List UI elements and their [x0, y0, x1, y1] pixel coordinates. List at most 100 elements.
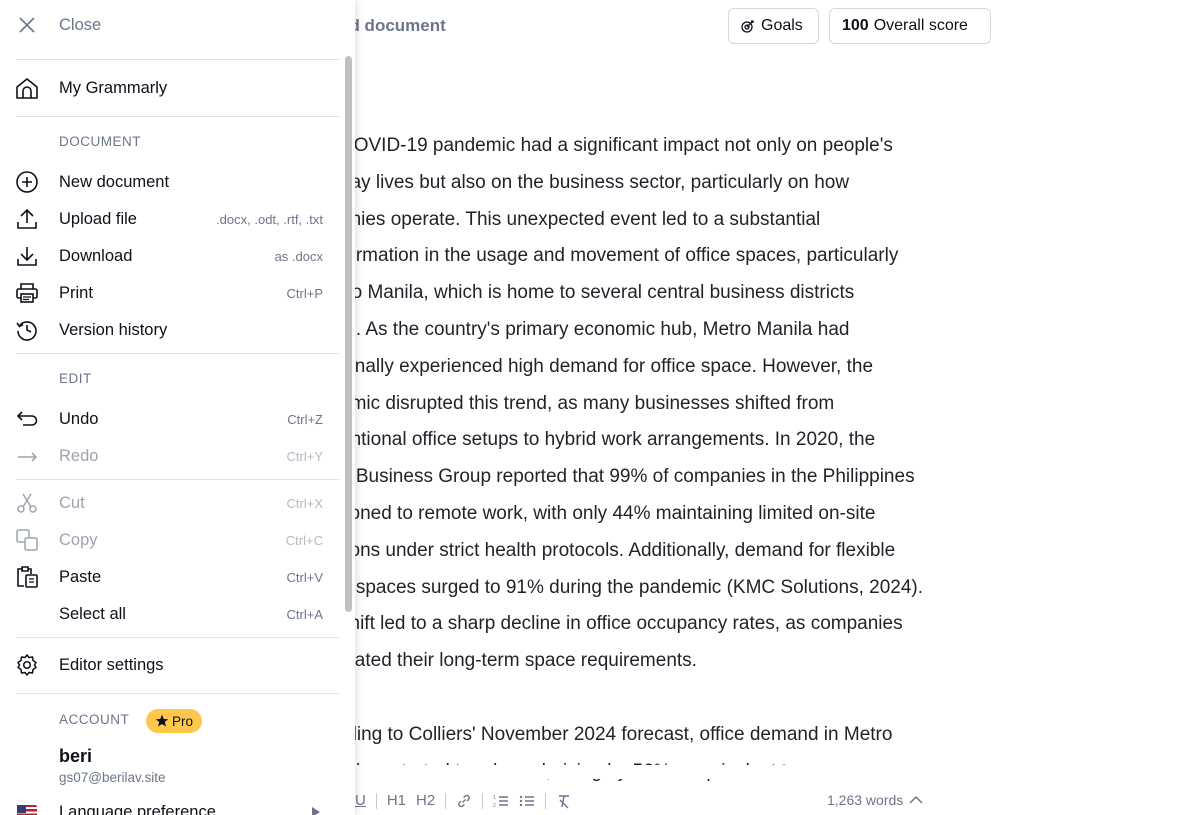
- menu-item-language-preference[interactable]: Language preference: [0, 800, 340, 815]
- menu-item-label: Cut: [59, 493, 85, 512]
- paragraph-1: COVID-19 pandemic had a significant impa…: [340, 128, 1000, 680]
- scissors-icon: [14, 490, 40, 516]
- toolbar-divider: [545, 792, 547, 809]
- menu-item-label: Select all: [59, 604, 126, 623]
- menu-item-version-history[interactable]: Version history: [0, 313, 340, 347]
- main-menu-panel: Close My Grammarly DOCUMENT New document…: [0, 0, 355, 815]
- document-text-line: entional office setups to hybrid work ar…: [340, 429, 876, 451]
- gear-icon: [14, 652, 40, 678]
- menu-item-cut[interactable]: Cut Ctrl+X: [0, 486, 340, 520]
- menu-item-label: Redo: [59, 446, 99, 465]
- redo-shortcut: Ctrl+Y: [286, 448, 323, 464]
- document-text-line: formation in the usage and movement of o…: [340, 245, 899, 267]
- close-label: Close: [59, 15, 102, 34]
- section-heading-document: DOCUMENT: [59, 134, 141, 149]
- document-text-line: emic disrupted this trend, as many busin…: [340, 392, 835, 414]
- menu-divider: [16, 637, 339, 638]
- heading2-button[interactable]: H2: [416, 792, 435, 809]
- printer-icon: [14, 280, 40, 306]
- svg-text:2: 2: [493, 803, 496, 809]
- word-count-label: 1,263 words: [827, 792, 904, 808]
- account-user-name: beri: [59, 746, 93, 766]
- toolbar-divider: [482, 792, 484, 809]
- close-icon: [14, 12, 40, 38]
- menu-item-label: Editor settings: [59, 655, 164, 674]
- history-icon: [14, 317, 40, 343]
- menu-item-upload-file[interactable]: Upload file .docx, .odt, .rtf, .txt: [0, 202, 340, 236]
- clear-formatting-icon[interactable]: [556, 793, 572, 809]
- print-shortcut: Ctrl+P: [286, 285, 323, 301]
- menu-item-label: Version history: [59, 320, 168, 339]
- document-text-line: rding to Colliers' November 2024 forecas…: [340, 723, 893, 745]
- menu-item-copy[interactable]: Copy Ctrl+C: [0, 523, 340, 557]
- pro-badge: Pro: [146, 709, 203, 733]
- paste-shortcut: Ctrl+V: [286, 569, 323, 585]
- menu-item-label: Undo: [59, 409, 99, 428]
- menu-divider: [16, 353, 339, 354]
- cut-shortcut: Ctrl+X: [286, 495, 323, 511]
- svg-text:1: 1: [493, 795, 496, 801]
- menu-item-editor-settings[interactable]: Editor settings: [0, 648, 340, 682]
- document-text-line: day lives but also on the business secto…: [340, 171, 850, 193]
- menu-item-label: Print: [59, 283, 93, 302]
- document-text-line: tro Manila, which is home to several cen…: [340, 282, 855, 304]
- menu-item-label: Copy: [59, 530, 98, 549]
- goals-label: Goals: [761, 17, 803, 34]
- underline-button[interactable]: U: [355, 792, 366, 809]
- menu-divider: [16, 116, 339, 117]
- menu-item-my-grammarly[interactable]: My Grammarly: [0, 71, 340, 105]
- paragraph-2: rding to Colliers' November 2024 forecas…: [340, 717, 1000, 791]
- document-text-line: e spaces surged to 91% during the pandem…: [340, 576, 923, 598]
- menu-divider: [16, 479, 339, 480]
- clipboard-icon: [14, 564, 40, 590]
- upload-formats-hint: .docx, .odt, .rtf, .txt: [216, 211, 323, 227]
- menu-item-download[interactable]: Download as .docx: [0, 239, 340, 273]
- us-flag-icon: [17, 805, 37, 815]
- copy-icon: [14, 527, 40, 553]
- word-count[interactable]: 1,263 words: [827, 792, 923, 808]
- numbered-list-icon[interactable]: 12: [493, 793, 509, 809]
- document-text-line: luated their long-term space requirement…: [340, 650, 697, 672]
- download-format-hint: as .docx: [274, 248, 323, 264]
- menu-item-label: Language preference: [59, 803, 216, 815]
- menu-item-label: My Grammarly: [59, 78, 168, 97]
- menu-item-undo[interactable]: Undo Ctrl+Z: [0, 402, 340, 436]
- menu-scrollbar[interactable]: [345, 56, 352, 612]
- close-menu-button[interactable]: Close: [0, 8, 340, 42]
- document-body[interactable]: COVID-19 pandemic had a significant impa…: [340, 128, 1000, 790]
- document-title[interactable]: ed document: [340, 16, 446, 36]
- menu-divider: [16, 693, 339, 694]
- menu-item-select-all[interactable]: Select all Ctrl+A: [0, 597, 340, 631]
- menu-item-label: Download: [59, 246, 133, 265]
- account-user-email: gs07@berilav.site: [59, 770, 166, 785]
- overall-score-button[interactable]: 100 Overall score: [829, 8, 991, 44]
- menu-item-redo[interactable]: Redo Ctrl+Y: [0, 439, 340, 473]
- section-heading-account: ACCOUNT: [59, 712, 130, 727]
- menu-item-paste[interactable]: Paste Ctrl+V: [0, 560, 340, 594]
- menu-divider: [16, 59, 339, 60]
- chevron-up-icon: [909, 795, 923, 805]
- menu-item-label: Upload file: [59, 209, 137, 228]
- pro-badge-label: Pro: [172, 713, 194, 729]
- copy-shortcut: Ctrl+C: [285, 532, 323, 548]
- redo-icon: [14, 443, 40, 469]
- undo-icon: [14, 406, 40, 432]
- document-text-line: COVID-19 pandemic had a significant impa…: [340, 135, 893, 156]
- link-icon[interactable]: [456, 793, 472, 809]
- menu-item-print[interactable]: Print Ctrl+P: [0, 276, 340, 310]
- chevron-right-icon: [312, 807, 320, 815]
- home-icon: [14, 75, 40, 101]
- bullet-list-icon[interactable]: [519, 793, 535, 809]
- menu-item-new-document[interactable]: New document: [0, 165, 340, 199]
- menu-item-label: New document: [59, 172, 170, 191]
- goals-button[interactable]: Goals: [728, 8, 819, 44]
- document-text-line: d Business Group reported that 99% of co…: [340, 466, 915, 488]
- undo-shortcut: Ctrl+Z: [287, 411, 323, 427]
- document-text-line: tioned to remote work, with only 44% mai…: [340, 502, 876, 524]
- section-heading-edit: EDIT: [59, 371, 92, 386]
- document-text-line: anies operate. This unexpected event led…: [340, 208, 821, 230]
- document-text-line: shift led to a sharp decline in office o…: [340, 613, 903, 635]
- heading1-button[interactable]: H1: [387, 792, 406, 809]
- select-all-shortcut: Ctrl+A: [286, 606, 323, 622]
- document-text-line: ionally experienced high demand for offi…: [340, 355, 874, 377]
